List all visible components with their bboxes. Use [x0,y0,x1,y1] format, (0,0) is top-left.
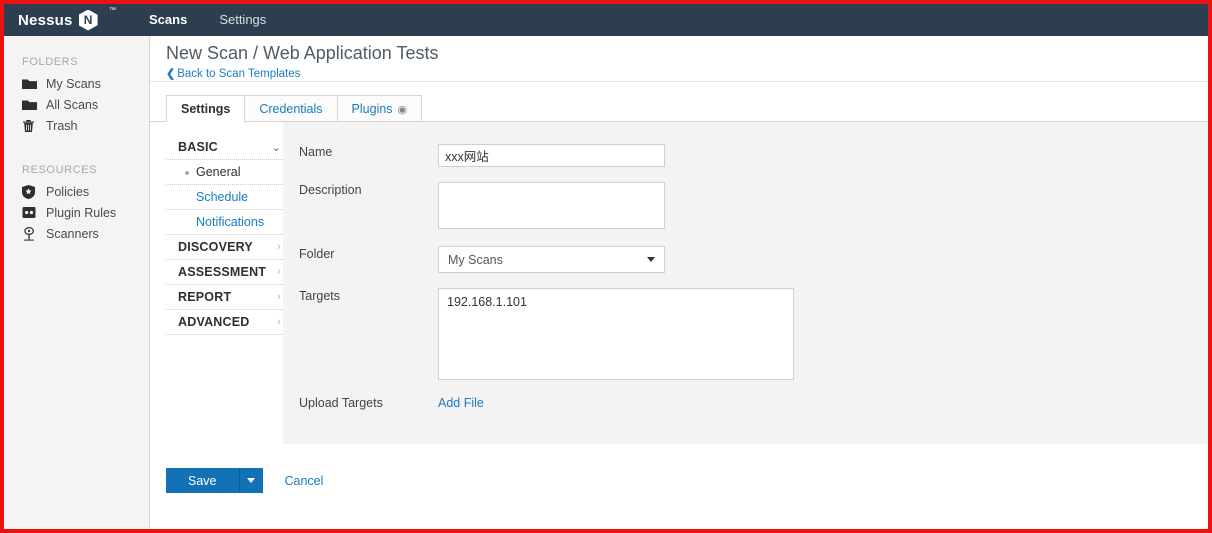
radar-icon [22,226,39,241]
folder-icon [22,77,39,91]
brand-mark-letter: N [83,13,93,27]
chevron-left-icon: ❮ [166,68,176,80]
general-settings-form: Name Description Folder My Scans Targets [283,122,1208,444]
accordion-item-general[interactable]: General [166,160,283,185]
accordion-item-label: Notifications [196,215,265,229]
save-button-group: Save [166,468,263,493]
accordion-item-notifications[interactable]: Notifications [166,210,283,235]
tab-bar: Settings Credentials Plugins ◉ [150,95,1208,122]
main-content: New Scan / Web Application Tests ❮ Back t… [150,36,1208,529]
accordion-group-advanced[interactable]: ADVANCED › [166,310,283,335]
folder-select[interactable]: My Scans [438,246,665,273]
cancel-button[interactable]: Cancel [285,474,324,488]
sidebar-item-scanners[interactable]: Scanners [4,223,149,244]
upload-targets-label: Upload Targets [299,396,383,410]
shield-icon [22,184,39,199]
trash-icon [22,119,39,133]
name-label: Name [299,145,333,159]
sidebar-item-label: Trash [46,118,78,133]
sidebar-item-trash[interactable]: Trash [4,115,149,136]
back-to-scan-templates-link[interactable]: ❮ Back to Scan Templates [166,66,300,82]
top-navbar: Nessus N ™ Scans Settings [4,4,1208,36]
chevron-down-icon: ⌄ [271,141,281,154]
targets-label: Targets [299,289,340,303]
sidebar-heading-folders: FOLDERS [22,56,79,68]
save-button[interactable]: Save [166,468,240,493]
accordion-group-label: BASIC [178,140,218,154]
settings-accordion: BASIC ⌄ General Schedule Notifications D… [150,122,283,444]
settings-body: BASIC ⌄ General Schedule Notifications D… [150,122,1208,444]
left-sidebar: FOLDERS My Scans All Scans Trash RESOURC… [4,36,150,529]
chevron-right-icon: › [277,241,281,253]
name-input[interactable] [438,144,665,167]
save-dropdown-button[interactable] [239,468,263,493]
sidebar-item-label: My Scans [46,76,101,91]
accordion-group-label: REPORT [178,290,232,304]
targets-textarea[interactable] [438,288,794,380]
accordion-item-schedule[interactable]: Schedule [166,185,283,210]
plugin-rules-icon [22,206,39,220]
nav-item-scans[interactable]: Scans [133,4,203,36]
sidebar-item-plugin-rules[interactable]: Plugin Rules [4,202,149,223]
trademark-symbol: ™ [109,7,116,14]
back-link-label: Back to Scan Templates [177,68,301,80]
chevron-right-icon: › [277,266,281,278]
sidebar-item-my-scans[interactable]: My Scans [4,73,149,94]
accordion-item-label: Schedule [196,190,249,204]
app-window: Nessus N ™ Scans Settings FOLDERS My Sca… [0,0,1212,533]
sidebar-item-label: All Scans [46,97,99,112]
folder-label: Folder [299,247,335,261]
chevron-right-icon: › [277,291,281,303]
sidebar-item-policies[interactable]: Policies [4,181,149,202]
accordion-group-assessment[interactable]: ASSESSMENT › [166,260,283,285]
accordion-group-report[interactable]: REPORT › [166,285,283,310]
tab-settings[interactable]: Settings [166,95,246,122]
sidebar-item-label: Scanners [46,226,99,241]
tab-label: Settings [181,102,231,116]
accordion-group-label: DISCOVERY [178,240,253,254]
chevron-down-icon [647,257,655,262]
folder-icon [22,98,39,112]
sidebar-item-label: Policies [46,184,90,199]
form-actions: Save Cancel [150,444,1208,493]
tab-label: Plugins [351,102,393,116]
description-label: Description [299,183,362,197]
sidebar-heading-resources: RESOURCES [22,164,98,176]
sidebar-item-all-scans[interactable]: All Scans [4,94,149,115]
chevron-right-icon: › [277,316,281,328]
accordion-group-label: ADVANCED [178,315,250,329]
accordion-item-label: General [196,165,241,179]
nessus-hexagon-icon: N [78,9,98,31]
eye-icon: ◉ [397,104,408,116]
tab-plugins[interactable]: Plugins ◉ [336,95,423,122]
add-file-link[interactable]: Add File [438,395,484,411]
nessus-logo[interactable]: Nessus N ™ [4,4,133,36]
chevron-down-icon [247,478,255,483]
accordion-group-discovery[interactable]: DISCOVERY › [166,235,283,260]
tab-label: Credentials [259,102,323,116]
sidebar-item-label: Plugin Rules [46,205,117,220]
tab-credentials[interactable]: Credentials [244,95,338,122]
accordion-group-basic[interactable]: BASIC ⌄ [166,135,283,160]
description-textarea[interactable] [438,182,665,229]
nav-item-settings[interactable]: Settings [203,4,282,36]
page-title: New Scan / Web Application Tests [166,43,439,63]
folder-select-value: My Scans [448,252,503,267]
page-header: New Scan / Web Application Tests ❮ Back t… [150,36,1208,82]
accordion-group-label: ASSESSMENT [178,265,267,279]
brand-text: Nessus [18,11,73,29]
